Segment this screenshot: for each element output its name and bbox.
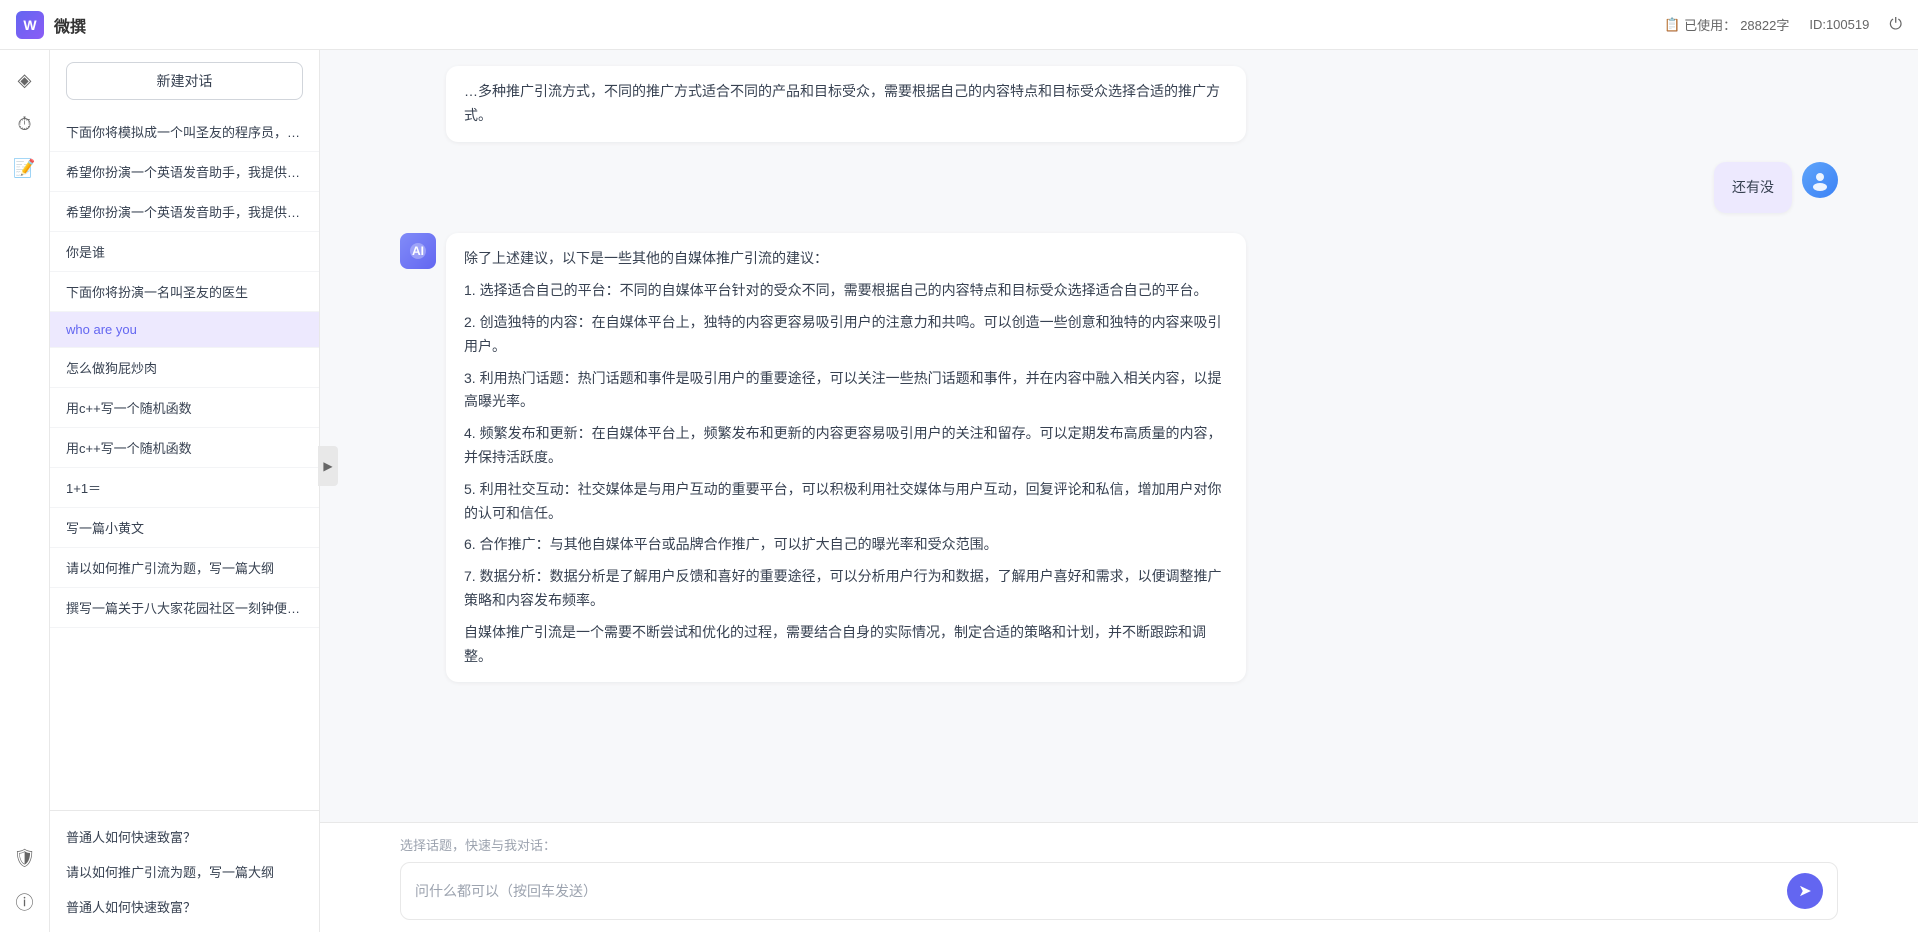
header-left: W 微撰	[16, 11, 86, 39]
sidebar-list: 下面你将模拟成一个叫圣友的程序员，我说... 希望你扮演一个英语发音助手，我提供…	[50, 112, 319, 810]
sidebar-item-10[interactable]: 1+1＝	[50, 468, 319, 508]
sidebar-item-2[interactable]: 希望你扮演一个英语发音助手，我提供给你...	[50, 152, 319, 192]
send-icon: ➤	[1798, 881, 1811, 901]
sidebar-item-4[interactable]: 你是谁	[50, 232, 319, 272]
sidebar-item-6[interactable]: who are you	[50, 312, 319, 348]
usage-label: 已使用：	[1684, 15, 1736, 34]
chat-input-area: 选择话题，快速与我对话： ➤	[320, 822, 1918, 932]
user-message-content-1: 还有没	[1714, 162, 1792, 214]
sidebar-item-1[interactable]: 下面你将模拟成一个叫圣友的程序员，我说...	[50, 112, 319, 152]
header-right: 📋 已使用： 28822字 ID:100519 ⏻	[1664, 15, 1902, 34]
icon-bar-shield[interactable]: 🛡	[7, 840, 43, 876]
usage-count: 28822字	[1740, 15, 1789, 34]
sidebar-item-9[interactable]: 用c++写一个随机函数	[50, 428, 319, 468]
main-layout: ◈ ⏱ 📝 🛡 ⓘ 新建对话 下面你将模拟成一个叫圣友的程序员，我说... 希望…	[0, 50, 1918, 932]
user-message-1: 还有没	[400, 162, 1838, 214]
header: W 微撰 📋 已使用： 28822字 ID:100519 ⏻	[0, 0, 1918, 50]
sidebar-bottom-item-3[interactable]: 普通人如何快速致富？	[50, 889, 319, 924]
input-row: ➤	[400, 862, 1838, 920]
icon-bar-diamond[interactable]: ◈	[7, 62, 43, 98]
user-id: ID:100519	[1809, 17, 1869, 32]
app-logo: W	[16, 11, 44, 39]
sidebar-item-8[interactable]: 用c++写一个随机函数	[50, 388, 319, 428]
icon-bar-document[interactable]: 📝	[7, 150, 43, 186]
ai-partial-message: …多种推广引流方式，不同的推广方式适合不同的产品和目标受众，需要根据自己的内容特…	[446, 66, 1246, 142]
chat-input[interactable]	[415, 880, 1777, 902]
sidebar-bottom-item-2[interactable]: 请以如何推广引流为题，写一篇大纲	[50, 854, 319, 889]
icon-bar-info[interactable]: ⓘ	[7, 884, 43, 920]
sidebar: 新建对话 下面你将模拟成一个叫圣友的程序员，我说... 希望你扮演一个英语发音助…	[50, 50, 320, 932]
icon-bar: ◈ ⏱ 📝 🛡 ⓘ	[0, 50, 50, 932]
sidebar-item-3[interactable]: 希望你扮演一个英语发音助手，我提供给你...	[50, 192, 319, 232]
sidebar-bottom-item-1[interactable]: 普通人如何快速致富？	[50, 819, 319, 854]
power-icon[interactable]: ⏻	[1889, 16, 1902, 34]
chat-area: …多种推广引流方式，不同的推广方式适合不同的产品和目标受众，需要根据自己的内容特…	[320, 50, 1918, 932]
icon-bar-clock[interactable]: ⏱	[7, 106, 43, 142]
sidebar-item-12[interactable]: 请以如何推广引流为题，写一篇大纲	[50, 548, 319, 588]
sidebar-collapse-button[interactable]: ▶	[318, 446, 338, 486]
sidebar-item-11[interactable]: 写一篇小黄文	[50, 508, 319, 548]
chat-messages: …多种推广引流方式，不同的推广方式适合不同的产品和目标受众，需要根据自己的内容特…	[320, 50, 1918, 822]
app-title: 微撰	[54, 13, 86, 37]
sidebar-item-7[interactable]: 怎么做狗屁炒肉	[50, 348, 319, 388]
icon-bar-bottom: 🛡 ⓘ	[7, 840, 43, 920]
send-button[interactable]: ➤	[1787, 873, 1823, 909]
svg-text:AI: AI	[412, 244, 424, 258]
ai-message-1: AI 除了上述建议，以下是一些其他的自媒体推广引流的建议： 1. 选择适合自己的…	[400, 233, 1838, 682]
quick-topics-label: 选择话题，快速与我对话：	[400, 835, 1838, 854]
usage-info: 📋 已使用： 28822字	[1664, 15, 1789, 34]
new-conversation-button[interactable]: 新建对话	[66, 62, 303, 100]
sidebar-item-13[interactable]: 撰写一篇关于八大家花园社区一刻钟便民生...	[50, 588, 319, 628]
ai-avatar: AI	[400, 233, 436, 269]
ai-message-content-1: 除了上述建议，以下是一些其他的自媒体推广引流的建议： 1. 选择适合自己的平台：…	[446, 233, 1246, 682]
usage-icon: 📋	[1664, 17, 1680, 33]
sidebar-bottom: 普通人如何快速致富？ 请以如何推广引流为题，写一篇大纲 普通人如何快速致富？	[50, 810, 319, 932]
user-avatar	[1802, 162, 1838, 198]
sidebar-item-5[interactable]: 下面你将扮演一名叫圣友的医生	[50, 272, 319, 312]
